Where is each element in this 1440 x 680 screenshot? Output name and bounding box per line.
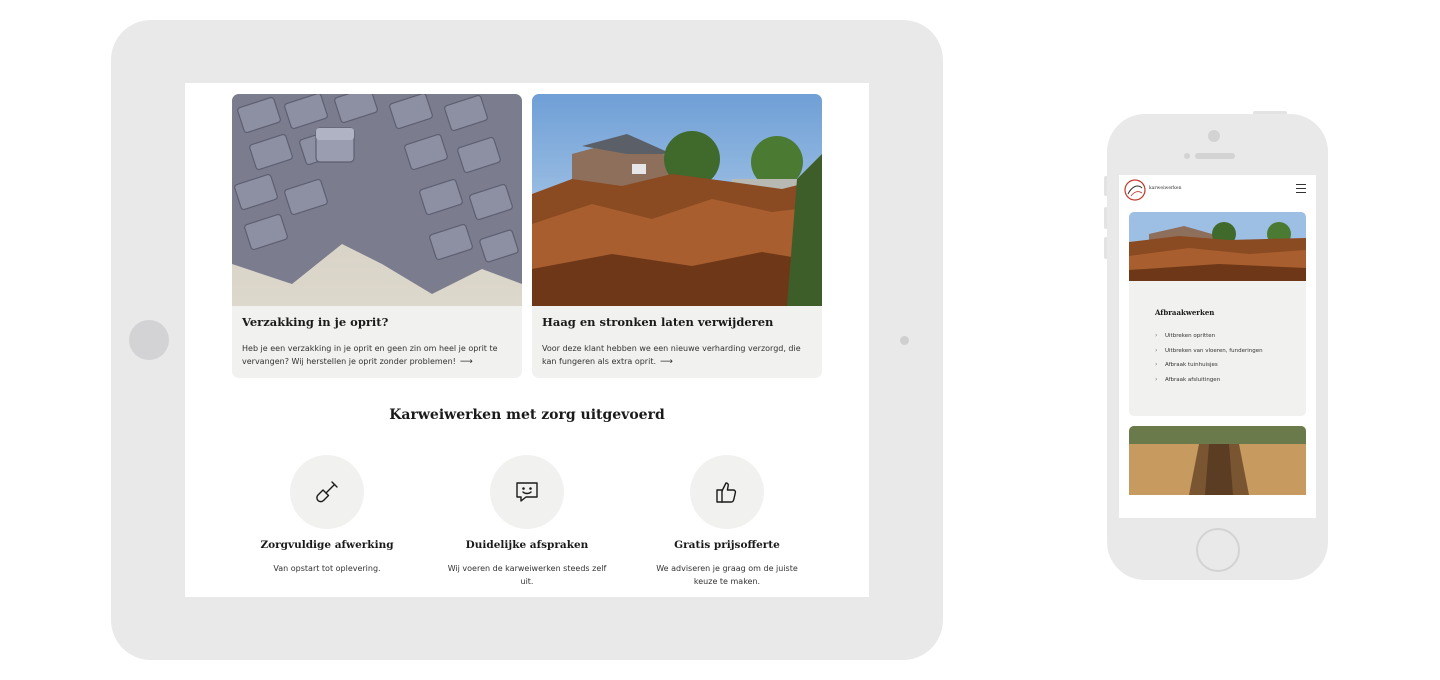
hedge-stumps-image [1129, 212, 1306, 281]
card-title[interactable]: Verzakking in je oprit? [242, 315, 514, 329]
project-card-driveway[interactable]: Verzakking in je oprit? Heb je een verza… [232, 94, 522, 378]
phone-sensor [1184, 153, 1190, 159]
feature-title: Duidelijke afspraken [465, 539, 589, 551]
paving-stones-image [232, 94, 522, 306]
phone-device-frame: karweiwerken Afbraakwerken Uitbreken opr… [1107, 114, 1328, 580]
shovel-icon [316, 481, 338, 503]
hedge-stumps-image [532, 94, 822, 306]
tablet-screen: Verzakking in je oprit? Heb je een verza… [185, 83, 869, 597]
feature-clear-agreements: Duidelijke afspraken Wij voeren de karwe… [437, 455, 617, 588]
phone-camera [1208, 130, 1220, 142]
mobile-service-card-2[interactable] [1129, 426, 1306, 495]
phone-screen: karweiwerken Afbraakwerken Uitbreken opr… [1119, 175, 1316, 518]
feature-text: We adviseren je graag om de juiste keuze… [656, 564, 798, 586]
feature-icon-circle [290, 455, 364, 529]
feature-text: Wij voeren de karweiwerken steeds zelf u… [447, 564, 607, 586]
service-title[interactable]: Afbraakwerken [1155, 308, 1214, 317]
project-cards: Verzakking in je oprit? Heb je een verza… [232, 94, 822, 378]
card-text: Heb je een verzakking in je oprit en gee… [242, 342, 514, 369]
mobile-service-card[interactable]: Afbraakwerken Uitbreken opritten Uitbrek… [1129, 212, 1306, 416]
card-title[interactable]: Haag en stronken laten verwijderen [542, 315, 814, 329]
tablet-camera [900, 336, 909, 345]
brand-name[interactable]: karweiwerken [1149, 186, 1181, 191]
feature-title: Gratis prijsofferte [674, 539, 780, 551]
list-item[interactable]: Uitbreken van vloeren, funderingen [1155, 347, 1263, 363]
arrow-right-icon[interactable]: ⟶ [660, 356, 673, 369]
section-title: Karweiwerken met zorg uitgevoerd [389, 407, 665, 423]
hamburger-menu-icon[interactable] [1296, 184, 1306, 193]
service-list: Uitbreken opritten Uitbreken van vloeren… [1155, 332, 1263, 392]
feature-icon-circle [490, 455, 564, 529]
list-item[interactable]: Uitbreken opritten [1155, 332, 1263, 348]
phone-speaker [1195, 153, 1235, 159]
mobile-header: karweiwerken [1119, 175, 1316, 205]
phone-home-button [1196, 528, 1240, 572]
feature-title: Zorgvuldige afwerking [260, 539, 394, 551]
project-card-hedge[interactable]: Haag en stronken laten verwijderen Voor … [532, 94, 822, 378]
feature-text: Van opstart tot oplevering. [273, 564, 381, 573]
feature-careful-finish: Zorgvuldige afwerking Van opstart tot op… [237, 455, 417, 575]
feature-free-quote: Gratis prijsofferte We adviseren je graa… [637, 455, 817, 588]
tablet-device-frame: Verzakking in je oprit? Heb je een verza… [111, 20, 943, 660]
list-item[interactable]: Afbraak tuinhuisjes [1155, 361, 1263, 377]
chat-smile-icon [516, 482, 538, 502]
feature-icon-circle [690, 455, 764, 529]
thumbs-up-icon [716, 482, 737, 503]
tablet-home-button [129, 320, 169, 360]
card-text: Voor deze klant hebben we een nieuwe ver… [542, 342, 814, 369]
logo-icon[interactable] [1123, 178, 1147, 202]
list-item[interactable]: Afbraak afsluitingen [1155, 376, 1263, 392]
trench-image [1129, 426, 1306, 495]
arrow-right-icon[interactable]: ⟶ [460, 356, 473, 369]
